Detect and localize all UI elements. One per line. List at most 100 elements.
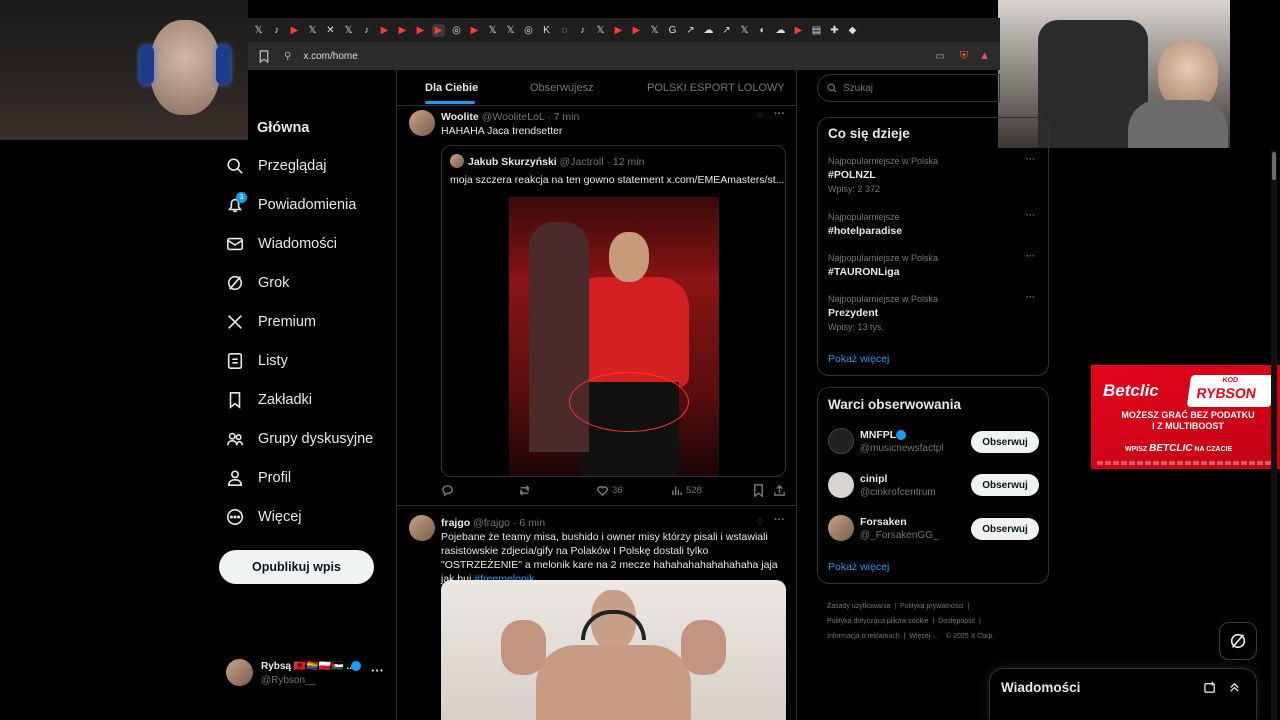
trend-more-icon[interactable]: ··· <box>1026 292 1035 302</box>
browser-tab-favicon[interactable]: 𝕏 <box>306 24 319 37</box>
browser-tab-favicon[interactable]: 𝕏 <box>648 24 661 37</box>
browser-tab-favicon[interactable]: G <box>666 24 679 37</box>
browser-tab-favicon[interactable]: ▶ <box>792 24 805 37</box>
tweet-time[interactable]: · 6 min <box>513 517 545 529</box>
browser-tab-favicon[interactable]: ▶ <box>378 24 391 37</box>
bookmark-icon[interactable] <box>752 484 765 497</box>
tweet-photo[interactable] <box>441 580 786 720</box>
browser-tab-favicon[interactable]: ♪ <box>576 24 589 37</box>
browser-tab-favicon[interactable]: 𝕏 <box>486 24 499 37</box>
quote-photo[interactable] <box>509 197 719 476</box>
tab-following[interactable]: Obserwujesz <box>530 82 594 94</box>
tab-for-you[interactable]: Dla Ciebie <box>425 82 478 94</box>
account-switcher[interactable]: Rybsą 🇦🇱🏳️‍🌈🇵🇱🇵🇸 ... @Rybson__ ··· <box>226 659 386 689</box>
nav-lists[interactable]: Listy <box>226 352 288 370</box>
cast-icon[interactable]: ▭ <box>936 51 945 62</box>
brave-rewards-icon[interactable]: ▲ <box>979 50 990 62</box>
follow-button[interactable]: Obserwuj <box>971 518 1039 540</box>
tweet-more-icon[interactable]: ··· <box>774 514 785 526</box>
trend-item[interactable]: Najpopularniejsze w Polska #POLNZL Wpisy… <box>828 154 1040 194</box>
trend-item[interactable]: Najpopularniejsze w Polska Prezydent Wpi… <box>828 292 1040 332</box>
browser-tab-favicon[interactable]: 𝕏 <box>342 24 355 37</box>
repost-icon[interactable] <box>518 484 531 497</box>
quoted-tweet[interactable]: Jakub Skurzyński @Jactroll · 12 min moja… <box>441 145 786 477</box>
follow-button[interactable]: Obserwuj <box>971 474 1039 496</box>
messages-drawer[interactable]: Wiadomości <box>989 668 1257 720</box>
browser-tab-favicon[interactable]: 𝕏 <box>252 24 265 37</box>
nav-premium[interactable]: Premium <box>226 313 316 331</box>
new-message-icon[interactable] <box>1204 681 1217 694</box>
browser-tab-favicon[interactable]: 𝕏 <box>594 24 607 37</box>
footer-link[interactable]: Zasady użytkowania <box>827 603 890 610</box>
post-button[interactable]: Opublikuj wpis <box>219 550 374 584</box>
browser-tab-favicon[interactable]: ✕ <box>324 24 337 37</box>
footer-link[interactable]: Więcej ... <box>909 633 938 640</box>
search-box[interactable]: Szukaj <box>817 74 1000 102</box>
nav-more[interactable]: Więcej <box>226 508 302 526</box>
nav-messages[interactable]: Wiadomości <box>226 235 337 253</box>
browser-tab-favicon[interactable]: ↗ <box>684 24 697 37</box>
browser-tab-favicon[interactable]: ◌ <box>558 24 571 37</box>
browser-tab-favicon[interactable]: ◎ <box>522 24 535 37</box>
tweet-author-name[interactable]: Woolite <box>441 111 479 123</box>
nav-communities[interactable]: Grupy dyskusyjne <box>226 430 373 448</box>
trend-item[interactable]: Najpopularniejsze w Polska #TAURONLiga ·… <box>828 251 1040 278</box>
share-icon[interactable] <box>773 484 786 497</box>
trend-more-icon[interactable]: ··· <box>1026 154 1035 164</box>
nav-bookmarks[interactable]: Zakładki <box>226 391 312 409</box>
browser-tab-favicon[interactable]: ♪ <box>270 24 283 37</box>
footer-link[interactable]: Polityka prywatności <box>900 603 963 610</box>
browser-tab-favicon[interactable]: 𝕏 <box>504 24 517 37</box>
url-text[interactable]: x.com/home <box>303 51 357 62</box>
browser-tab-favicon[interactable]: 𝕏 <box>738 24 751 37</box>
browser-tab-favicon[interactable]: ▶ <box>414 24 427 37</box>
grok-floating-button[interactable] <box>1219 622 1257 660</box>
nav-explore[interactable]: Przeglądaj <box>226 157 327 175</box>
browser-tab-favicon[interactable]: ▶ <box>396 24 409 37</box>
grok-analyze-icon[interactable]: ◌ <box>757 110 763 121</box>
tweet-author-handle[interactable]: @WooliteLoL <box>482 111 545 123</box>
tweet[interactable]: frajgo @frajgo · 6 min ◌ ··· Pojebane że… <box>397 507 796 720</box>
browser-tab-favicon[interactable]: ▶ <box>612 24 625 37</box>
tweet-time[interactable]: · 7 min <box>547 111 579 123</box>
bookmark-icon[interactable] <box>258 49 270 63</box>
follow-button[interactable]: Obserwuj <box>971 431 1039 453</box>
nav-home[interactable]: Główna <box>257 120 309 136</box>
trends-show-more[interactable]: Pokaż więcej <box>828 353 889 365</box>
nav-notifications[interactable]: 3 Powiadomienia <box>226 192 356 214</box>
browser-tab-favicon[interactable]: ◎ <box>450 24 463 37</box>
page-scrollbar[interactable] <box>1271 150 1277 720</box>
account-menu-icon[interactable]: ··· <box>371 663 384 678</box>
like-icon[interactable] <box>596 484 609 497</box>
browser-tab-favicon[interactable]: K <box>540 24 553 37</box>
tweet-avatar[interactable] <box>409 515 435 541</box>
browser-tab-favicon[interactable]: ▶ <box>432 23 445 37</box>
browser-tab-favicon[interactable]: ◆ <box>846 24 859 37</box>
browser-tab-favicon[interactable]: ☁ <box>702 24 715 37</box>
browser-tab-favicon[interactable]: ✚ <box>828 24 841 37</box>
brave-shield-icon[interactable]: ⛨ <box>960 50 968 63</box>
trend-item[interactable]: Najpopularniejsze #hotelparadise ··· <box>828 210 1040 237</box>
nav-grok[interactable]: Grok <box>226 274 289 292</box>
browser-tab-favicon[interactable]: ▶ <box>288 24 301 37</box>
tweet[interactable]: Woolite @WooliteLoL · 7 min ◌ ··· HAHAHA… <box>397 106 796 506</box>
trend-more-icon[interactable]: ··· <box>1026 210 1035 220</box>
browser-tab-favicon[interactable]: ▶ <box>630 24 643 37</box>
browser-tab-favicon[interactable]: ▶ <box>468 24 481 37</box>
trend-more-icon[interactable]: ··· <box>1026 251 1035 261</box>
site-info-icon[interactable]: ⚲ <box>284 51 291 62</box>
nav-profile[interactable]: Profil <box>226 469 291 487</box>
who-show-more[interactable]: Pokaż więcej <box>828 561 889 573</box>
tweet-author-handle[interactable]: @frajgo <box>473 517 510 529</box>
grok-analyze-icon[interactable]: ◌ <box>757 516 763 527</box>
browser-tab-favicon[interactable]: ▤ <box>810 24 823 37</box>
browser-tab-favicon[interactable]: ♪ <box>360 24 373 37</box>
tab-list[interactable]: POLSKI ESPORT LOLOWY <box>647 82 785 94</box>
scrollbar-thumb[interactable] <box>1272 152 1276 180</box>
browser-tab-favicon[interactable]: ◐ <box>756 24 769 37</box>
footer-link[interactable]: Polityka dotycząca plików cookie <box>827 618 929 625</box>
tweet-avatar[interactable] <box>409 110 435 136</box>
reply-icon[interactable] <box>441 484 454 497</box>
tweet-more-icon[interactable]: ··· <box>774 108 785 120</box>
browser-tab-favicon[interactable]: ☁ <box>774 24 787 37</box>
